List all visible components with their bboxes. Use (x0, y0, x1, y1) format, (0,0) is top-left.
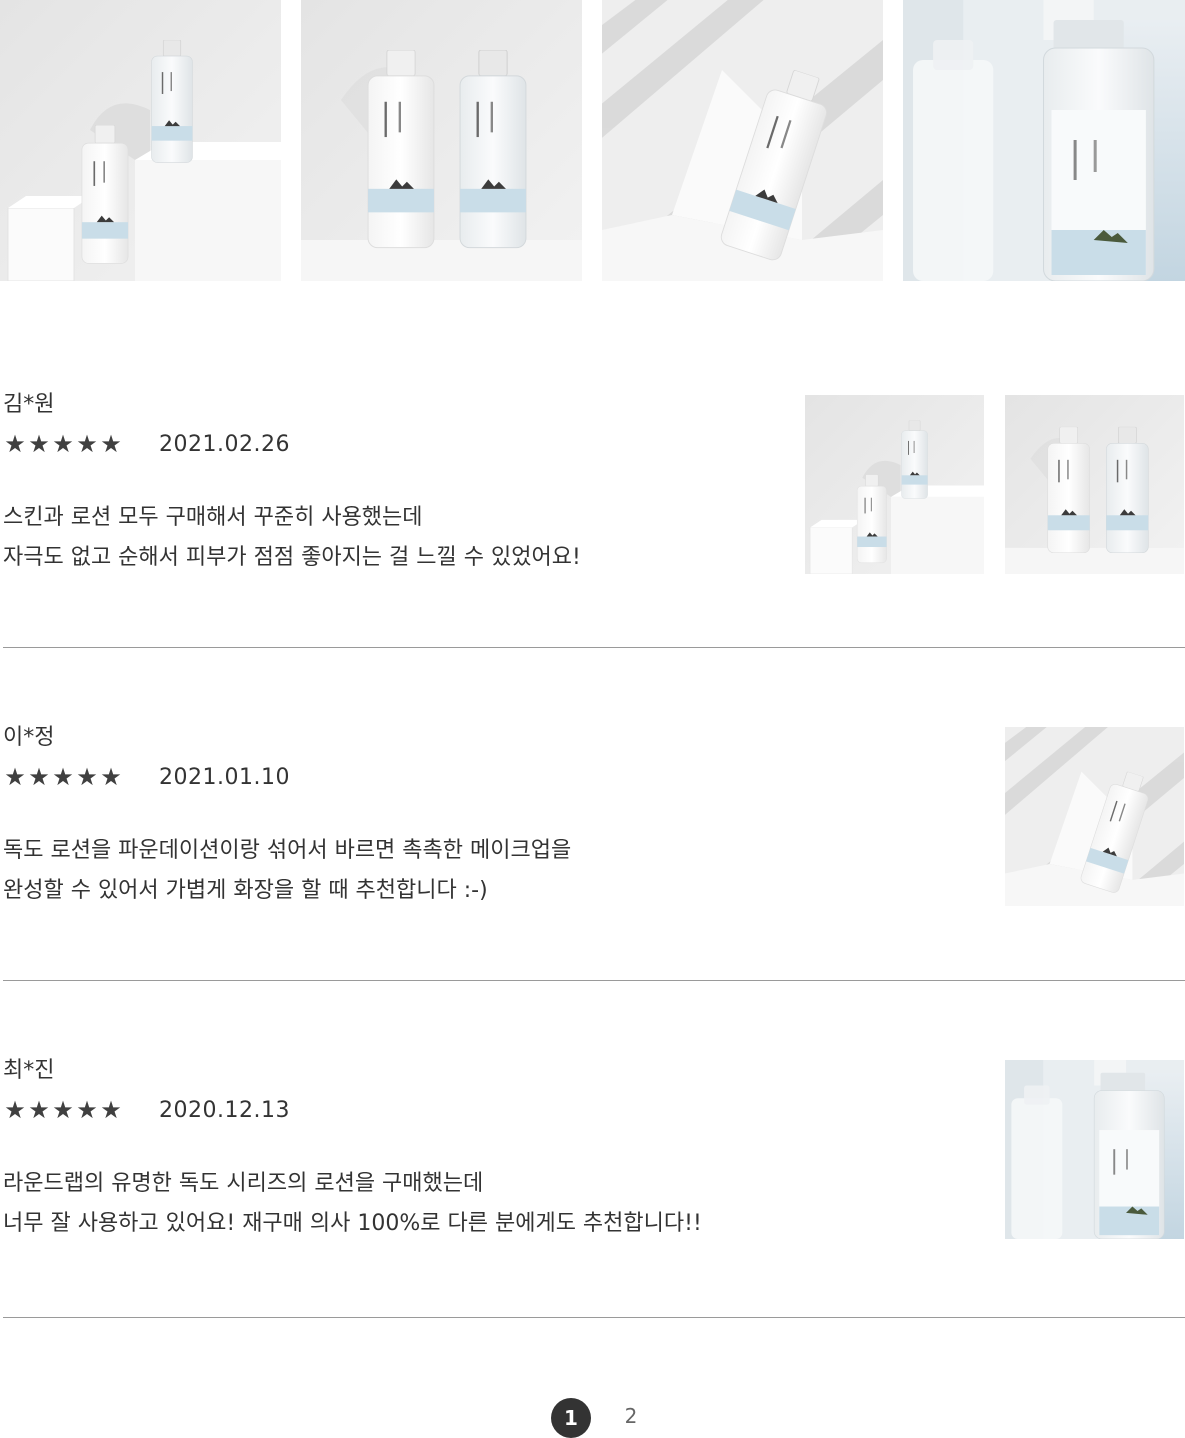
review-text-line: 완성할 수 있어서 가볍게 화장을 할 때 추천합니다 :-) (3, 878, 488, 903)
review-date: 2021.02.26 (159, 431, 290, 457)
gallery-image-3-picture (602, 0, 883, 281)
review-photo-picture (805, 395, 984, 574)
review-author: 최*진 (3, 1058, 55, 1083)
star-icon: ★ (52, 763, 74, 791)
star-icon: ★ (76, 763, 98, 791)
star-icon: ★ (52, 1096, 74, 1124)
page-button-1[interactable]: 1 (551, 1398, 591, 1438)
review-divider (3, 1317, 1185, 1318)
photo-gallery (0, 0, 1185, 281)
star-rating: ★ ★ ★ ★ ★ (3, 765, 123, 789)
star-icon: ★ (28, 1096, 50, 1124)
review-text: 독도 로션을 파운데이션이랑 섞어서 바르면 촉촉한 메이크업을 완성할 수 있… (3, 831, 571, 911)
page-button-2[interactable]: 2 (611, 1396, 651, 1436)
review-text-line: 자극도 없고 순해서 피부가 점점 좋아지는 걸 느낄 수 있었어요! (3, 545, 581, 570)
review-item: 이*정 ★ ★ ★ ★ ★ 2021.01.10 독도 로션을 파운데이션이랑 … (3, 727, 1185, 927)
gallery-image-4[interactable] (903, 0, 1185, 281)
pagination: 1 2 (0, 1398, 1185, 1438)
review-meta: ★ ★ ★ ★ ★ 2021.01.10 (3, 763, 290, 791)
star-rating: ★ ★ ★ ★ ★ (3, 432, 123, 456)
review-photo[interactable] (1005, 395, 1184, 574)
review-divider (3, 980, 1185, 981)
review-text-line: 너무 잘 사용하고 있어요! 재구매 의사 100%로 다른 분에게도 추천합니… (3, 1211, 702, 1236)
review-photo[interactable] (805, 395, 984, 574)
gallery-image-2-picture (301, 0, 582, 281)
star-icon: ★ (4, 763, 26, 791)
gallery-image-2[interactable] (301, 0, 582, 281)
star-icon: ★ (28, 430, 50, 458)
review-photo[interactable] (1005, 1060, 1184, 1239)
star-icon: ★ (4, 430, 26, 458)
review-text: 라운드랩의 유명한 독도 시리즈의 로션을 구매했는데 너무 잘 사용하고 있어… (3, 1164, 702, 1244)
star-icon: ★ (100, 763, 122, 791)
review-text-line: 독도 로션을 파운데이션이랑 섞어서 바르면 촉촉한 메이크업을 (3, 838, 572, 863)
review-date: 2021.01.10 (159, 764, 290, 790)
review-photo-picture (1005, 395, 1184, 574)
review-meta: ★ ★ ★ ★ ★ 2021.02.26 (3, 430, 290, 458)
review-author: 이*정 (3, 725, 55, 750)
review-text: 스킨과 로션 모두 구매해서 꾸준히 사용했는데 자극도 없고 순해서 피부가 … (3, 498, 581, 578)
review-photo-picture (1005, 727, 1184, 906)
review-divider (3, 647, 1185, 648)
review-item: 최*진 ★ ★ ★ ★ ★ 2020.12.13 라운드랩의 유명한 독도 시리… (3, 1060, 1185, 1260)
review-author: 김*원 (3, 392, 55, 417)
review-photo-picture (1005, 1060, 1184, 1239)
gallery-image-1[interactable] (0, 0, 281, 281)
star-icon: ★ (100, 430, 122, 458)
star-rating: ★ ★ ★ ★ ★ (3, 1098, 123, 1122)
review-text-line: 스킨과 로션 모두 구매해서 꾸준히 사용했는데 (3, 505, 423, 530)
review-photo[interactable] (1005, 727, 1184, 906)
gallery-image-1-picture (0, 0, 281, 281)
star-icon: ★ (52, 430, 74, 458)
gallery-image-3[interactable] (602, 0, 883, 281)
review-text-line: 라운드랩의 유명한 독도 시리즈의 로션을 구매했는데 (3, 1171, 484, 1196)
review-item: 김*원 ★ ★ ★ ★ ★ 2021.02.26 스킨과 로션 모두 구매해서 … (3, 394, 1185, 594)
star-icon: ★ (100, 1096, 122, 1124)
review-meta: ★ ★ ★ ★ ★ 2020.12.13 (3, 1096, 290, 1124)
star-icon: ★ (76, 1096, 98, 1124)
gallery-image-4-picture (903, 0, 1185, 281)
star-icon: ★ (4, 1096, 26, 1124)
review-date: 2020.12.13 (159, 1097, 290, 1123)
star-icon: ★ (76, 430, 98, 458)
star-icon: ★ (28, 763, 50, 791)
